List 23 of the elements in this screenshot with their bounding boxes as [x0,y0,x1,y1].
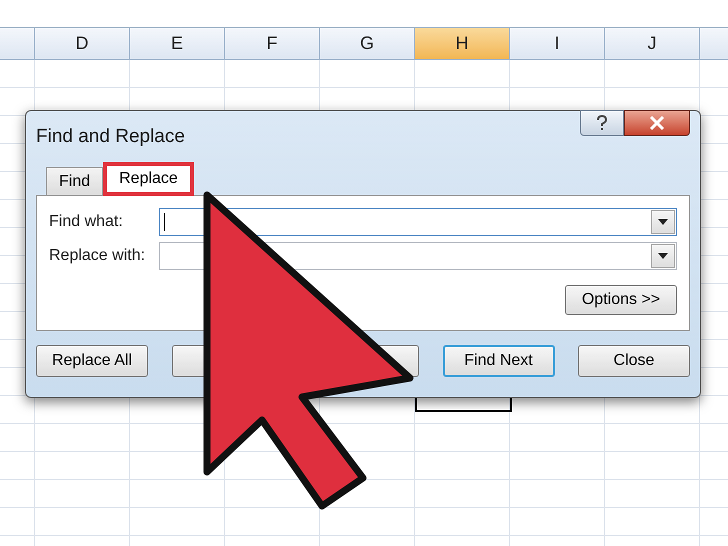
dialog-title: Find and Replace [36,125,185,149]
close-icon [649,116,665,130]
column-header[interactable]: H [415,28,510,59]
column-header[interactable]: D [35,28,130,59]
field-label: Replace with: [49,246,146,266]
options-button[interactable]: Options >> [565,285,677,315]
help-icon [596,115,608,131]
dropdown-arrow-icon [658,253,668,259]
close-button[interactable] [624,110,690,136]
column-header[interactable]: J [605,28,700,59]
column-header[interactable]: G [320,28,415,59]
dropdown-arrow-icon [658,219,668,225]
column-header[interactable]: I [510,28,605,59]
tab[interactable]: Find [46,167,104,195]
dialog-button[interactable]: Find Next [442,345,554,377]
dialog-button[interactable]: Close [578,345,690,377]
field-label: Find what: [49,212,124,232]
tab[interactable]: Replace [103,162,194,196]
column-header[interactable]: F [225,28,320,59]
dialog-button[interactable]: Replace All [36,345,148,377]
combo-field[interactable] [159,208,677,236]
column-header[interactable]: E [130,28,225,59]
help-button[interactable] [580,110,624,136]
